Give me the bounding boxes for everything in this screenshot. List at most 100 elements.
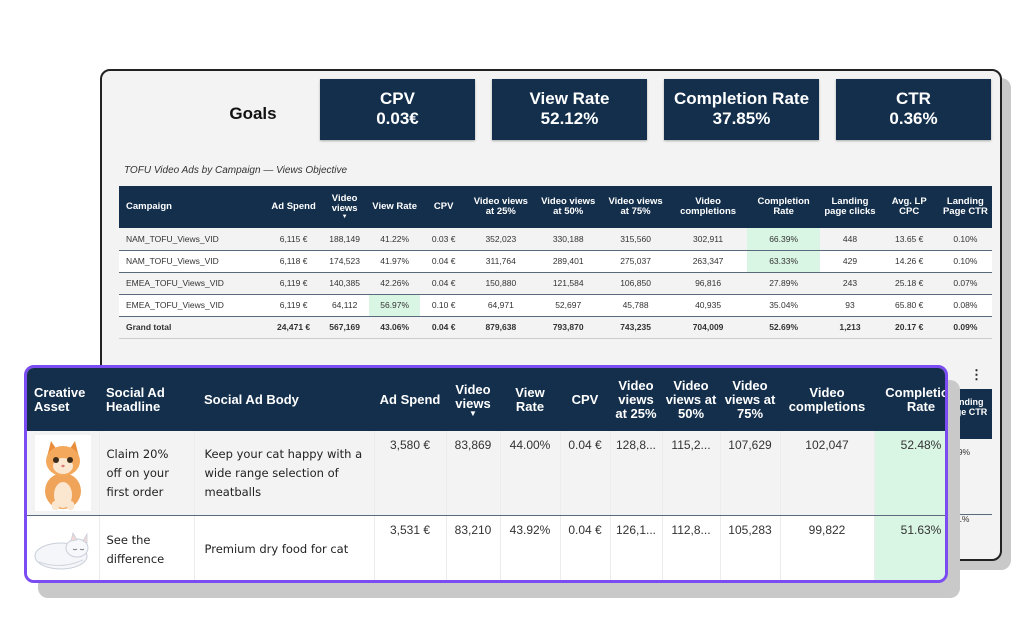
cell-ad-spend: 3,531 € [374,515,447,580]
cell-views-75: 743,235 [601,316,670,339]
col-header-lp-clicks[interactable]: Landing page clicks [820,186,880,228]
col-header-headline[interactable]: Social Ad Headline [99,368,194,431]
col-header-views-25[interactable]: Video views at 25% [610,368,662,431]
cell-completions: 263,347 [669,250,747,273]
col-header-completion-rate[interactable]: Completion Rate [746,186,821,228]
table-subtitle: TOFU Video Ads by Campaign — Views Objec… [124,165,348,176]
cell-cpv: 0.04 € [420,250,468,273]
cell-video-views: 64,112 [320,294,370,317]
cell-completions: 40,935 [669,294,747,317]
table-row[interactable]: See the difference Premium dry food for … [27,515,945,580]
col-header-body[interactable]: Social Ad Body [194,368,374,431]
grand-total-row: Grand total 24,471 € 567,169 43.06% 0.04… [119,316,992,339]
col-header-cpv[interactable]: CPV [560,368,610,431]
cell-completion-rate: 52.48% [874,431,945,516]
col-header-views-50[interactable]: Video views at 50% [534,186,602,228]
col-header-views-50[interactable]: Video views at 50% [662,368,720,431]
cell-lp-clicks: 93 [820,294,880,317]
cell-ad-spend: 6,119 € [267,294,321,317]
col-header-label: Video views [331,193,358,214]
cell-views-50: 289,401 [534,250,602,273]
cell-views-25: 150,880 [467,272,535,295]
cell-ad-spend: 6,115 € [267,228,321,251]
col-header-completions[interactable]: Video completions [669,186,747,228]
cell-avg-lp-cpc: 13.65 € [879,228,939,251]
cell-campaign: EMEA_TOFU_Views_VID [119,272,268,295]
cell-views-50: 793,870 [534,316,602,339]
cell-views-25: 126,1... [610,515,663,580]
col-header-view-rate[interactable]: View Rate [369,186,421,228]
cell-creative-asset[interactable] [27,431,100,516]
cell-views-75: 105,283 [720,515,781,580]
col-header-creative-asset[interactable]: Creative Asset [27,368,99,431]
cell-completions: 302,911 [669,228,747,251]
cell-creative-asset[interactable] [27,515,100,580]
table-row[interactable]: Claim 20% off on your first order Keep y… [27,431,945,516]
col-header-avg-lp-cpc[interactable]: Avg. LP CPC [879,186,939,228]
cell-campaign: Grand total [119,316,268,339]
cell-views-75: 315,560 [601,228,670,251]
cell-video-views: 188,149 [320,228,370,251]
cell-completion-rate: 51.63% [874,515,945,580]
kpi-view-rate: View Rate 52.12% [492,79,647,140]
cell-campaign: NAM_TOFU_Views_VID [119,228,268,251]
kpi-label: Completion Rate [673,89,810,108]
cell-view-rate: 56.97% [369,294,421,317]
col-header-lp-ctr[interactable]: Landing Page CTR [938,186,992,228]
cell-lp-clicks: 448 [820,228,880,251]
cell-body: Keep your cat happy with a wide range se… [194,431,375,516]
col-header-views-75[interactable]: Video views at 75% [601,186,670,228]
col-header-cpv[interactable]: CPV [420,186,468,228]
col-header-ad-spend[interactable]: Ad Spend [374,368,446,431]
cell-headline: Claim 20% off on your first order [99,431,195,516]
col-header-completions[interactable]: Video completions [780,368,874,431]
cell-avg-lp-cpc: 20.17 € [879,316,939,339]
col-header-views-75[interactable]: Video views at 75% [720,368,780,431]
cell-completion-rate: 27.89% [746,272,821,295]
cell-views-25: 879,638 [467,316,535,339]
cell-headline: See the difference [99,515,195,580]
cell-lp-ctr: 0.10% [938,250,992,273]
col-header-video-views[interactable]: Video views ▼ [320,186,370,228]
cell-completion-rate: 52.69% [746,316,821,339]
col-header-ad-spend[interactable]: Ad Spend [267,186,321,228]
table-row[interactable]: EMEA_TOFU_Views_VID 6,119 € 140,385 42.2… [119,272,992,295]
more-options-icon[interactable]: ⋮ [970,367,983,383]
cell-avg-lp-cpc: 14.26 € [879,250,939,273]
cell-cpv: 0.04 € [560,431,611,516]
cell-completion-rate: 66.39% [746,228,821,251]
cell-video-views: 567,169 [320,316,370,339]
kpi-completion-rate: Completion Rate 37.85% [664,79,819,140]
creative-asset-table-card: Creative Asset Social Ad Headline Social… [24,365,948,583]
cell-completion-rate: 35.04% [746,294,821,317]
cell-views-50: 115,2... [662,431,721,516]
col-header-campaign[interactable]: Campaign [119,186,268,228]
creative-table: Creative Asset Social Ad Headline Social… [27,368,945,580]
campaign-table: Campaign Ad Spend Video views ▼ View Rate… [119,186,992,339]
cell-campaign: EMEA_TOFU_Views_VID [119,294,268,317]
cell-campaign: NAM_TOFU_Views_VID [119,250,268,273]
cell-ad-spend: 6,119 € [267,272,321,295]
cell-lp-clicks: 1,213 [820,316,880,339]
col-header-view-rate[interactable]: View Rate [500,368,560,431]
sort-desc-icon: ▼ [341,214,348,220]
col-header-completion-rate[interactable]: Completion Rate [874,368,945,431]
cell-views-50: 112,8... [662,515,721,580]
col-header-views-25[interactable]: Video views at 25% [467,186,535,228]
cell-cpv: 0.04 € [560,515,611,580]
table-row[interactable]: NAM_TOFU_Views_VID 6,115 € 188,149 41.22… [119,228,992,251]
cell-views-25: 64,971 [467,294,535,317]
kpi-label: CTR [896,89,931,108]
cell-lp-ctr: 0.08% [938,294,992,317]
cell-view-rate: 42.26% [369,272,421,295]
col-header-video-views[interactable]: Video views ▼ [446,368,500,431]
kpi-value: 37.85% [712,109,771,128]
table-row[interactable]: NAM_TOFU_Views_VID 6,118 € 174,523 41.97… [119,250,992,273]
cell-view-rate: 43.92% [500,515,561,580]
table-row[interactable]: EMEA_TOFU_Views_VID 6,119 € 64,112 56.97… [119,294,992,317]
cell-lp-clicks: 429 [820,250,880,273]
cell-views-75: 45,788 [601,294,670,317]
cell-cpv: 0.03 € [420,228,468,251]
cell-body: Premium dry food for cat [194,515,375,580]
cell-lp-ctr: 0.09% [938,316,992,339]
